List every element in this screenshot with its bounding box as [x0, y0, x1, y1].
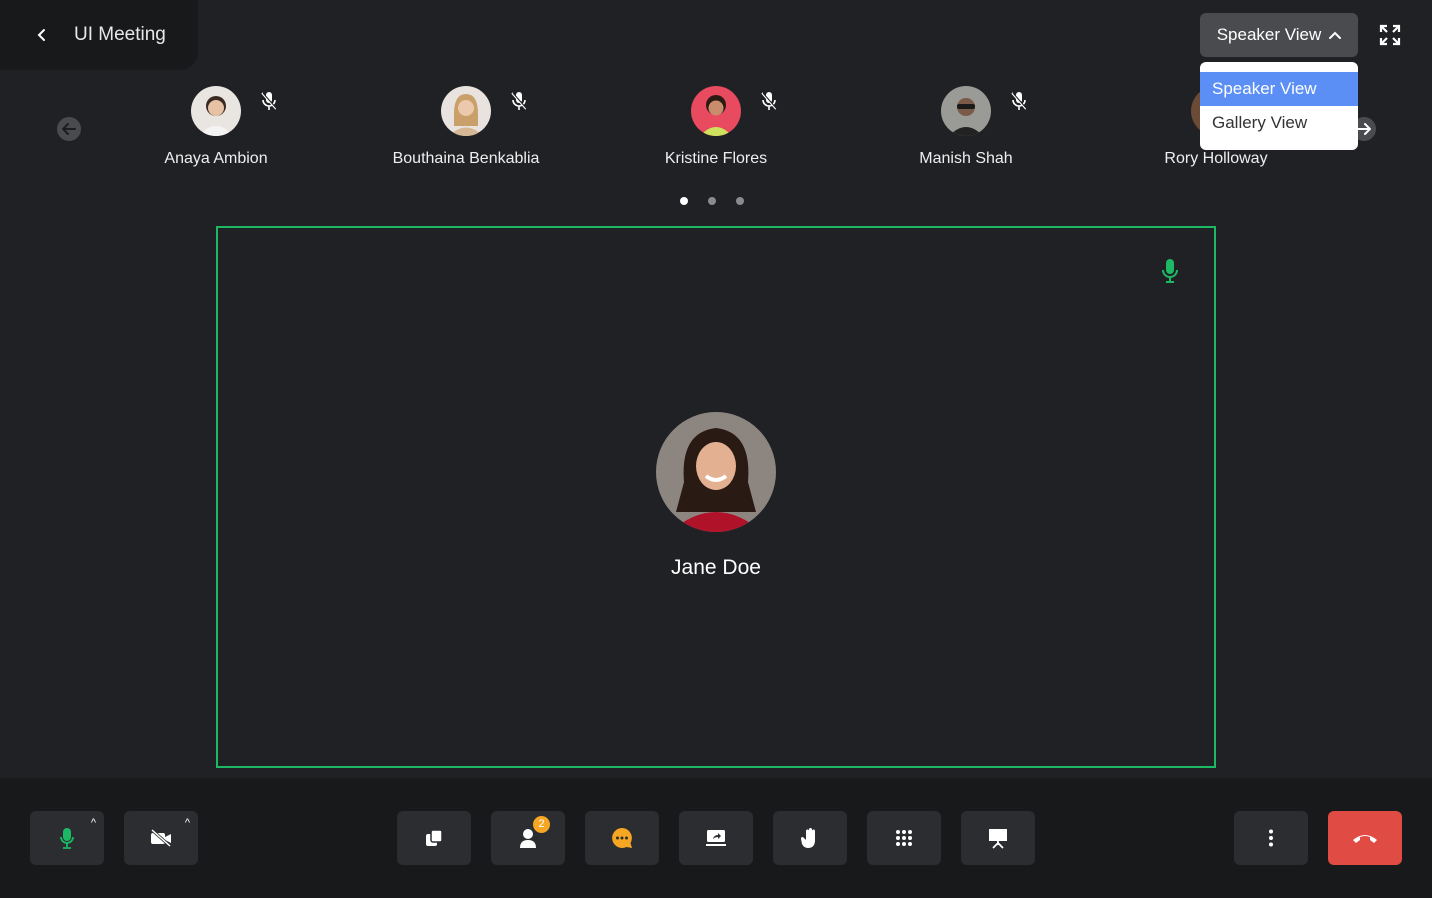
avatar: [441, 86, 491, 136]
participant-name: Rory Holloway: [1164, 150, 1268, 167]
camera-toggle-button[interactable]: ^: [124, 811, 198, 865]
participant-tile[interactable]: Kristine Flores: [616, 86, 816, 176]
dropdown-option-speaker-view[interactable]: Speaker View: [1200, 72, 1358, 106]
participant-name: Anaya Ambion: [164, 150, 268, 167]
user-icon: [520, 829, 536, 848]
presentation-icon: [989, 829, 1007, 849]
chevron-up-icon: [1329, 31, 1342, 39]
mic-off-icon: [761, 91, 778, 111]
participant-name: Kristine Flores: [664, 150, 768, 167]
chevron-left-icon: [37, 29, 45, 41]
participants-button[interactable]: 2: [491, 811, 565, 865]
grid-icon: [896, 830, 912, 846]
participant-name: Bouthaina Benkablia: [392, 150, 540, 167]
copy-icon: [426, 829, 443, 846]
carousel-pagination: [680, 197, 744, 205]
back-button[interactable]: [30, 23, 54, 47]
participant-tile[interactable]: Bouthaina Benkablia: [366, 86, 566, 176]
presentation-button[interactable]: [961, 811, 1035, 865]
speaker-avatar: [656, 412, 776, 532]
more-vertical-icon: [1269, 829, 1273, 847]
fullscreen-icon: [1379, 24, 1401, 46]
participant-tile[interactable]: Manish Shah: [866, 86, 1066, 176]
mic-off-icon: [511, 91, 528, 111]
carousel-prev-button[interactable]: [57, 117, 81, 141]
dropdown-option-gallery-view[interactable]: Gallery View: [1200, 106, 1358, 140]
mic-toggle-button[interactable]: ^: [30, 811, 104, 865]
screen-share-icon: [706, 830, 726, 846]
end-call-button[interactable]: [1328, 811, 1402, 865]
copy-link-button[interactable]: [397, 811, 471, 865]
participant-name: Manish Shah: [919, 150, 1013, 167]
chat-button[interactable]: [585, 811, 659, 865]
view-selector-label: Speaker View: [1216, 25, 1322, 44]
share-screen-button[interactable]: [679, 811, 753, 865]
arrow-right-icon: [1357, 123, 1371, 135]
arrow-left-icon: [62, 123, 76, 135]
mic-off-icon: [1011, 91, 1028, 111]
mic-off-icon: [261, 91, 278, 111]
mic-on-icon: [1162, 258, 1178, 284]
mic-icon: [60, 828, 74, 849]
chevron-up-icon[interactable]: ^: [185, 817, 190, 829]
avatar: [191, 86, 241, 136]
hand-icon: [801, 828, 815, 848]
speaker-name: Jane Doe: [671, 556, 761, 579]
meeting-title: UI Meeting: [74, 24, 166, 45]
active-speaker-tile: Jane Doe: [216, 226, 1216, 768]
meeting-header: UI Meeting: [0, 0, 198, 70]
view-dropdown: Speaker View Gallery View: [1200, 62, 1358, 150]
participant-tile[interactable]: Anaya Ambion: [116, 86, 316, 176]
participants-count-badge: 2: [533, 816, 550, 833]
avatar: [691, 86, 741, 136]
pagination-dot[interactable]: [708, 197, 716, 205]
chat-icon: [612, 828, 632, 848]
view-selector-button[interactable]: Speaker View: [1200, 13, 1358, 57]
hang-up-icon: [1353, 835, 1377, 843]
chevron-up-icon[interactable]: ^: [91, 817, 96, 829]
video-off-icon: [151, 829, 171, 847]
avatar: [941, 86, 991, 136]
call-toolbar: ^ ^ 2: [0, 778, 1432, 898]
pagination-dot[interactable]: [736, 197, 744, 205]
more-options-button[interactable]: [1234, 811, 1308, 865]
fullscreen-button[interactable]: [1378, 23, 1402, 47]
apps-button[interactable]: [867, 811, 941, 865]
raise-hand-button[interactable]: [773, 811, 847, 865]
pagination-dot[interactable]: [680, 197, 688, 205]
